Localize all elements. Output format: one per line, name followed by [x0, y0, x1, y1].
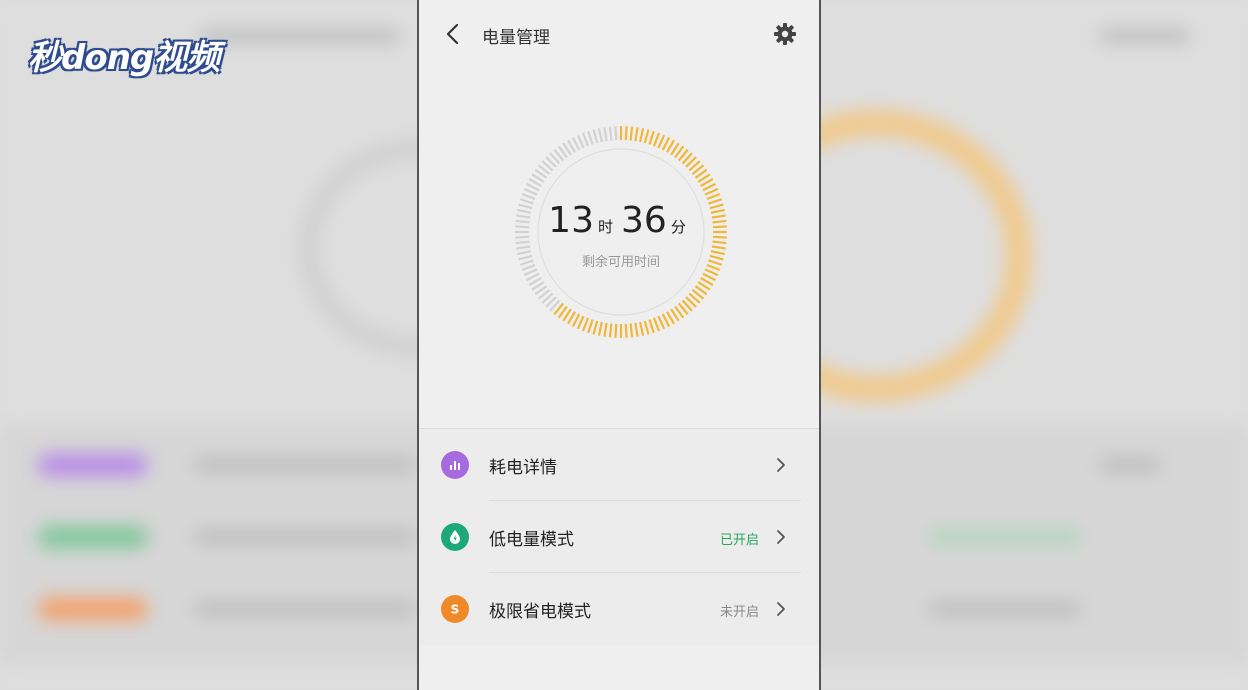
phone-screen: 电量管理 13 时 36 分 剩余可用时间 耗电详情 低电量模式 已开启 S 极…: [417, 0, 821, 690]
ring-tick-filled: [652, 317, 661, 332]
ring-tick-filled: [648, 130, 655, 145]
chevron-right-icon: [775, 527, 787, 547]
ring-tick-filled: [597, 321, 603, 336]
ring-tick-filled: [634, 322, 639, 337]
menu-item-label: 低电量模式: [489, 530, 574, 550]
ring-tick-empty: [592, 129, 599, 144]
hours-value: 13: [548, 200, 594, 241]
ring-tick-filled: [592, 320, 599, 335]
ring-tick-empty: [603, 127, 608, 142]
gear-icon[interactable]: [773, 22, 797, 46]
ring-tick-filled: [711, 245, 726, 250]
ring-tick-filled: [608, 323, 613, 338]
ring-tick-filled: [652, 132, 661, 147]
remaining-time-label: 剩余可用时间: [581, 255, 660, 270]
ring-tick-filled: [603, 322, 608, 337]
ring-tick-filled: [639, 321, 645, 336]
chevron-right-icon: [775, 455, 787, 475]
ring-tick-filled: [614, 323, 618, 338]
drop-icon: [441, 523, 469, 551]
ring-tick-filled: [643, 129, 650, 144]
ring-tick-filled: [648, 319, 655, 334]
watermark-logo: 秒dong视频: [28, 30, 220, 79]
status-badge: 未开启: [719, 605, 759, 620]
menu-item-ultra-power-saving[interactable]: S 极限省电模式 未开启: [419, 573, 819, 645]
ring-tick-filled: [712, 240, 727, 245]
status-badge: 已开启: [719, 533, 759, 548]
ring-tick-filled: [629, 323, 634, 338]
ring-tick-empty: [523, 268, 538, 277]
menu-item-low-power-mode[interactable]: 低电量模式 已开启: [419, 501, 819, 573]
menu-item-label: 极限省电模式: [489, 602, 591, 622]
chevron-left-icon[interactable]: [443, 22, 465, 46]
ring-tick-empty: [614, 126, 618, 141]
ring-tick-filled: [629, 126, 634, 141]
ring-tick-filled: [624, 323, 628, 338]
bar-chart-icon: [441, 451, 469, 479]
ring-tick-empty: [523, 187, 538, 196]
ring-tick-empty: [587, 130, 594, 145]
ring-tick-filled: [704, 187, 719, 196]
hours-unit: 时: [597, 218, 613, 236]
ring-tick-filled: [587, 319, 594, 334]
svg-text:S: S: [451, 603, 460, 617]
ring-tick-empty: [597, 128, 603, 143]
minutes-value: 36: [621, 200, 667, 241]
ring-tick-filled: [643, 320, 650, 335]
page-title: 电量管理: [482, 28, 550, 48]
ring-tick-empty: [608, 126, 613, 141]
ring-tick-filled: [639, 128, 645, 143]
ring-tick-filled: [704, 268, 719, 277]
ring-tick-filled: [706, 192, 721, 201]
ring-tick-empty: [576, 134, 585, 149]
chevron-right-icon: [775, 599, 787, 619]
ring-tick-filled: [634, 127, 639, 142]
app-header: 电量管理: [419, 16, 819, 52]
ring-tick-filled: [581, 317, 590, 332]
remaining-time: 13 时 36 分: [513, 200, 729, 241]
ring-tick-filled: [576, 315, 585, 330]
minutes-unit: 分: [670, 218, 686, 236]
ring-tick-empty: [516, 245, 531, 250]
menu-item-power-details[interactable]: 耗电详情: [419, 429, 819, 501]
menu-item-label: 耗电详情: [489, 458, 557, 478]
ring-tick-filled: [657, 315, 666, 330]
ring-tick-filled: [657, 134, 666, 149]
ring-tick-empty: [581, 132, 590, 147]
s-letter-icon: S: [441, 595, 469, 623]
ring-tick-filled: [624, 126, 628, 141]
battery-menu: 耗电详情 低电量模式 已开启 S 极限省电模式 未开启: [419, 428, 819, 645]
ring-tick-empty: [521, 192, 536, 201]
ring-tick-empty: [515, 240, 530, 245]
watermark-text: 秒dong视频: [28, 38, 220, 78]
